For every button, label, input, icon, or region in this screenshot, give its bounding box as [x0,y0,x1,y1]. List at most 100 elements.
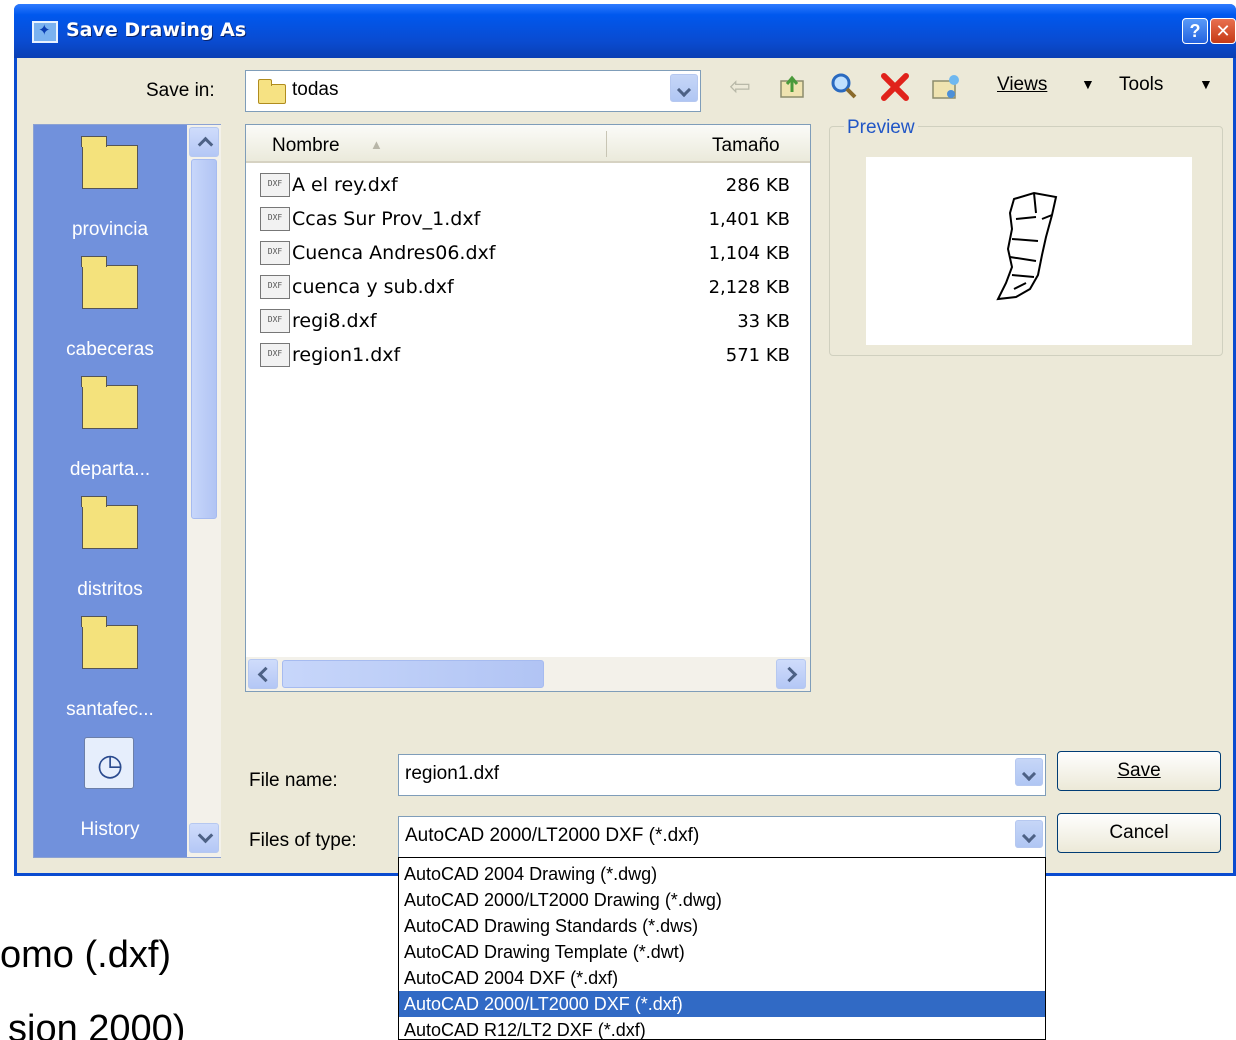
file-type-option[interactable]: AutoCAD 2000/LT2000 Drawing (*.dwg) [399,887,1045,913]
file-type-option[interactable]: AutoCAD R12/LT2 DXF (*.dxf) [399,1017,1045,1040]
place-santafec[interactable]: santafec... [34,605,186,725]
file-size: 1,401 KB [708,209,790,230]
place-label: cabeceras [66,339,154,360]
scroll-down-button[interactable] [189,823,219,853]
file-name: Cuenca Andres06.dxf [292,242,496,264]
file-name-input[interactable]: region1.dxf [398,754,1046,796]
file-size: 2,128 KB [708,277,790,298]
horizontal-scrollbar[interactable] [246,657,810,691]
preview-image [866,157,1192,345]
app-icon [32,21,58,43]
title-bar[interactable]: Save Drawing As ? ✕ [14,4,1236,58]
preview-group: Preview [829,117,1223,356]
place-label: provincia [71,219,149,240]
place-label: santafec... [66,699,154,720]
file-type-option[interactable]: AutoCAD Drawing Template (*.dwt) [399,939,1045,965]
save-in-label: Save in: [146,80,215,101]
place-cabeceras[interactable]: cabeceras [34,245,186,365]
file-row[interactable]: DXF Cuenca Andres06.dxf 1,104 KB [246,237,810,271]
files-of-type-value: AutoCAD 2000/LT2000 DXF (*.dxf) [405,825,700,846]
dxf-file-icon: DXF [260,173,290,197]
place-distritos[interactable]: distritos [34,485,186,605]
file-name: A el rey.dxf [292,174,398,196]
save-in-dropdown[interactable]: todas [245,70,701,112]
tools-menu[interactable]: Tools [1119,74,1163,96]
column-name-header[interactable]: Nombre [272,135,340,157]
file-name: cuenca y sub.dxf [292,276,454,298]
column-divider[interactable] [606,131,607,157]
file-size: 286 KB [725,175,790,196]
place-departa[interactable]: departa... [34,365,186,485]
place-history[interactable]: History [34,721,186,841]
save-button[interactable]: Save [1057,751,1221,791]
file-name: region1.dxf [292,344,401,366]
save-in-value: todas [292,79,339,100]
file-row[interactable]: DXF regi8.dxf 33 KB [246,305,810,339]
history-icon [84,737,134,789]
place-label: distritos [77,579,143,600]
up-folder-icon[interactable] [778,72,806,100]
scroll-thumb[interactable] [191,159,217,519]
file-row[interactable]: DXF A el rey.dxf 286 KB [246,169,810,203]
preview-label: Preview [844,117,918,139]
window-title: Save Drawing As [66,19,247,41]
folder-icon [258,79,286,104]
file-name: Ccas Sur Prov_1.dxf [292,208,481,230]
views-menu[interactable]: Views [997,74,1047,96]
dxf-file-icon: DXF [260,275,290,299]
chevron-down-icon[interactable] [1015,758,1043,786]
dxf-file-icon: DXF [260,343,290,367]
file-name-label: File name: [249,770,338,791]
cancel-button[interactable]: Cancel [1057,813,1221,853]
file-row[interactable]: DXF cuenca y sub.dxf 2,128 KB [246,271,810,305]
places-bar: provincia cabeceras departa... distritos… [33,124,221,858]
file-size: 571 KB [725,345,790,366]
background-text-line-1: omo (.dxf) [0,934,172,976]
folder-icon [81,496,138,549]
close-button[interactable]: ✕ [1210,18,1236,44]
places-scrollbar[interactable] [187,125,221,857]
folder-icon [81,616,138,669]
column-header: Nombre ▲ Tamaño [246,125,810,163]
folder-icon [81,256,138,309]
chevron-down-icon[interactable] [670,74,698,102]
folder-icon [81,136,138,189]
scroll-right-button[interactable] [776,659,806,689]
folder-icon [81,376,138,429]
file-size: 1,104 KB [708,243,790,264]
file-type-option[interactable]: AutoCAD 2004 Drawing (*.dwg) [399,861,1045,887]
save-button-label: Save [1117,760,1161,781]
place-label: departa... [69,459,151,480]
file-list: Nombre ▲ Tamaño DXF A el rey.dxf 286 KB … [245,124,811,692]
files-of-type-dropdown[interactable]: AutoCAD 2000/LT2000 DXF (*.dxf) [398,816,1046,858]
background-text-line-2: sion 2000) [8,1008,186,1040]
column-size-header[interactable]: Tamaño [712,135,780,157]
back-icon[interactable]: ⇦ [726,72,754,100]
scroll-thumb[interactable] [282,660,544,688]
delete-icon[interactable] [880,72,909,101]
scroll-up-button[interactable] [189,127,219,157]
files-of-type-label: Files of type: [249,830,357,851]
new-folder-icon[interactable] [930,72,959,100]
scroll-left-button[interactable] [248,659,278,689]
file-type-option[interactable]: AutoCAD 2004 DXF (*.dxf) [399,965,1045,991]
dxf-file-icon: DXF [260,241,290,265]
search-icon[interactable] [830,72,858,100]
file-row[interactable]: DXF region1.dxf 571 KB [246,339,810,373]
file-type-option[interactable]: AutoCAD Drawing Standards (*.dws) [399,913,1045,939]
chevron-down-icon[interactable] [1015,820,1043,848]
sort-ascending-icon: ▲ [370,137,383,152]
file-name: regi8.dxf [292,310,377,332]
file-name-value: region1.dxf [405,763,500,784]
file-type-options-list: AutoCAD 2004 Drawing (*.dwg) AutoCAD 200… [398,857,1046,1040]
tools-dropdown-icon[interactable]: ▼ [1199,76,1213,92]
file-size: 33 KB [737,311,790,332]
place-label: History [80,819,140,840]
file-type-option-selected[interactable]: AutoCAD 2000/LT2000 DXF (*.dxf) [399,991,1045,1017]
views-dropdown-icon[interactable]: ▼ [1081,76,1095,92]
help-button[interactable]: ? [1182,18,1208,44]
dxf-file-icon: DXF [260,309,290,333]
file-row[interactable]: DXF Ccas Sur Prov_1.dxf 1,401 KB [246,203,810,237]
place-provincia[interactable]: provincia [34,125,186,245]
dxf-file-icon: DXF [260,207,290,231]
